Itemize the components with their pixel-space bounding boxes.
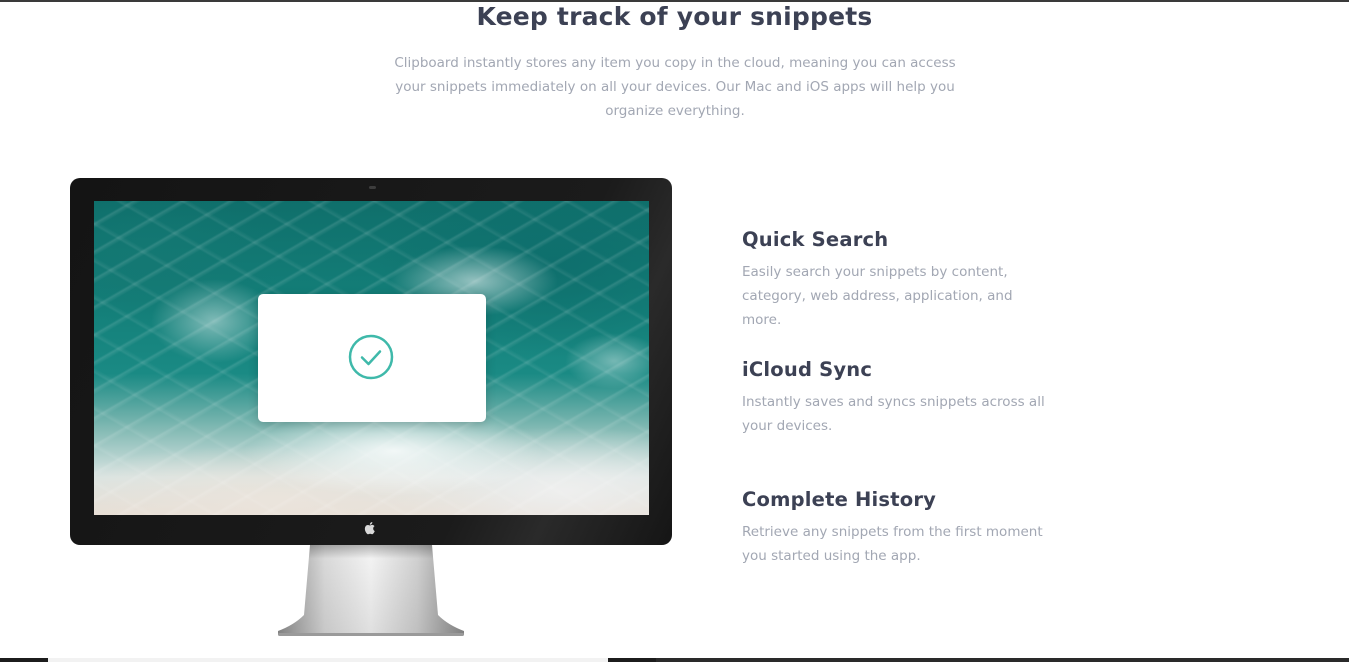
monitor-stand [278,545,464,636]
feature-quick-search: Quick Search Easily search your snippets… [742,226,1062,332]
success-dialog [258,294,486,422]
section-title: Keep track of your snippets [476,2,873,31]
bottom-border [0,658,1349,662]
feature-complete-history: Complete History Retrieve any snippets f… [742,486,1062,568]
feature-description: Instantly saves and syncs snippets acros… [742,394,1045,434]
feature-title: Complete History [742,488,937,511]
camera-dot [369,186,376,189]
page: Keep track of your snippets Clipboard in… [0,0,1349,662]
feature-title: iCloud Sync [742,358,873,381]
feature-description: Easily search your snippets by content, … [742,264,1013,328]
section-intro: Clipboard instantly stores any item you … [394,55,956,119]
check-circle-icon [348,334,394,380]
apple-logo-icon [364,522,375,535]
feature-title: Quick Search [742,228,889,251]
feature-icloud-sync: iCloud Sync Instantly saves and syncs sn… [742,356,1062,438]
feature-description: Retrieve any snippets from the first mom… [742,524,1043,564]
